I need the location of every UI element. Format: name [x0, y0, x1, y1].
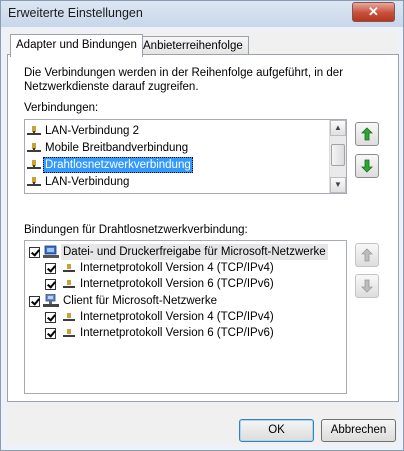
binding-label: Internetprotokoll Version 6 (TCP/IPv6)	[80, 278, 274, 290]
move-connection-down-button[interactable]	[355, 154, 379, 178]
connection-label: Drahtlosnetzwerkverbindung	[43, 157, 193, 173]
list-item[interactable]: Internetprotokoll Version 4 (TCP/IPv4)	[45, 260, 276, 276]
binding-label: Internetprotokoll Version 4 (TCP/IPv4)	[80, 311, 274, 323]
connection-label: LAN-Verbindung 2	[45, 125, 139, 137]
protocol-icon	[63, 280, 75, 288]
list-item[interactable]: Datei- und Druckerfreigabe für Microsoft…	[29, 244, 328, 260]
network-adapter-icon	[27, 126, 41, 135]
tab-label: Anbieterreihenfolge	[143, 40, 243, 52]
close-icon: ✕	[368, 4, 379, 19]
green-down-arrow-icon	[361, 159, 373, 173]
binding-label: Internetprotokoll Version 4 (TCP/IPv4)	[80, 262, 274, 274]
scroll-down-icon[interactable]: ▼	[330, 177, 346, 193]
list-item[interactable]: Internetprotokoll Version 6 (TCP/IPv6)	[45, 325, 276, 341]
list-item[interactable]: Client für Microsoft-Netzwerke	[29, 293, 219, 309]
binding-checkbox[interactable]	[45, 327, 56, 339]
network-adapter-icon	[27, 160, 41, 169]
binding-label: Internetprotokoll Version 6 (TCP/IPv6)	[80, 327, 274, 339]
close-button[interactable]: ✕	[352, 2, 395, 22]
connection-label: LAN-Verbindung	[45, 176, 130, 188]
network-client-icon	[43, 294, 59, 307]
connections-list[interactable]: LAN-Verbindung 2 Mobile Breitbandverbind…	[24, 119, 347, 194]
binding-checkbox[interactable]	[45, 278, 56, 290]
list-item[interactable]: Internetprotokoll Version 6 (TCP/IPv6)	[45, 276, 276, 292]
move-connection-up-button[interactable]	[355, 122, 379, 146]
bindings-label: Bindungen für Drahtlosnetzwerkverbindung…	[24, 224, 248, 236]
bindings-list[interactable]: Datei- und Druckerfreigabe für Microsoft…	[24, 240, 347, 394]
list-item[interactable]: Mobile Breitbandverbindung	[27, 140, 190, 156]
protocol-icon	[63, 264, 75, 272]
connections-scrollbar[interactable]: ▲ ▼	[329, 120, 346, 193]
connections-label: Verbindungen:	[24, 102, 99, 114]
gray-up-arrow-icon	[361, 248, 373, 262]
network-adapter-icon	[27, 177, 41, 186]
printer-share-icon	[43, 245, 59, 258]
binding-label: Datei- und Druckerfreigabe für Microsoft…	[61, 244, 328, 260]
window-title: Erweiterte Einstellungen	[8, 6, 143, 20]
connection-label: Mobile Breitbandverbindung	[45, 142, 189, 154]
binding-checkbox[interactable]	[45, 262, 56, 274]
binding-checkbox[interactable]	[29, 246, 40, 258]
binding-label: Client für Microsoft-Netzwerke	[63, 295, 218, 307]
tab-panel: Die Verbindungen werden in der Reihenfol…	[7, 54, 399, 402]
cancel-button[interactable]: Abbrechen	[321, 419, 396, 442]
ok-button[interactable]: OK	[239, 419, 314, 442]
advanced-settings-window: Erweiterte Einstellungen ✕ Adapter und B…	[0, 0, 404, 451]
move-binding-down-button[interactable]	[355, 274, 379, 298]
tab-provider-order[interactable]: Anbieterreihenfolge	[137, 36, 249, 55]
scroll-up-icon[interactable]: ▲	[330, 120, 346, 136]
list-item[interactable]: Drahtlosnetzwerkverbindung	[27, 157, 193, 173]
tab-adapter-bindings[interactable]: Adapter und Bindungen	[10, 34, 143, 57]
scroll-thumb[interactable]	[331, 144, 345, 166]
list-item[interactable]: LAN-Verbindung 2	[27, 123, 141, 139]
move-binding-up-button[interactable]	[355, 243, 379, 267]
tab-label: Adapter und Bindungen	[16, 39, 137, 51]
binding-checkbox[interactable]	[45, 311, 56, 323]
title-bar[interactable]: Erweiterte Einstellungen ✕	[1, 1, 403, 27]
list-item[interactable]: Internetprotokoll Version 4 (TCP/IPv4)	[45, 309, 276, 325]
protocol-icon	[63, 329, 75, 337]
protocol-icon	[63, 313, 75, 321]
network-adapter-icon	[27, 143, 41, 152]
gray-down-arrow-icon	[361, 279, 373, 293]
binding-checkbox[interactable]	[29, 295, 40, 307]
list-item[interactable]: LAN-Verbindung	[27, 174, 131, 190]
green-up-arrow-icon	[361, 127, 373, 141]
description-text: Die Verbindungen werden in der Reihenfol…	[24, 67, 344, 93]
